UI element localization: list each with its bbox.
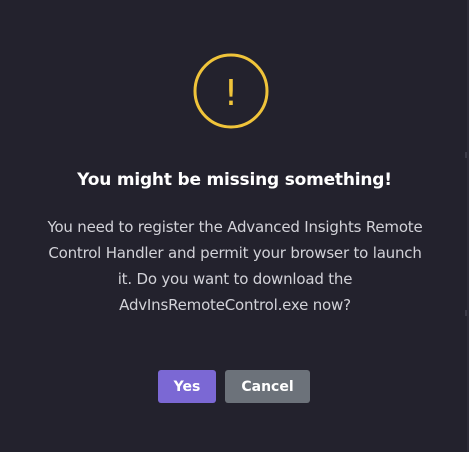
- warning-circle-icon: !: [193, 53, 269, 129]
- warning-glyph: !: [224, 73, 238, 114]
- cancel-button[interactable]: Cancel: [225, 370, 310, 403]
- dialog-message: You need to register the Advanced Insigh…: [47, 218, 423, 314]
- edge-divider: [465, 310, 467, 316]
- confirmation-dialog: ! You might be missing something! You ne…: [0, 0, 469, 452]
- yes-button[interactable]: Yes: [158, 370, 216, 403]
- edge-divider: [465, 152, 467, 158]
- warning-icon: !: [193, 53, 269, 129]
- dialog-title: You might be missing something!: [77, 170, 392, 190]
